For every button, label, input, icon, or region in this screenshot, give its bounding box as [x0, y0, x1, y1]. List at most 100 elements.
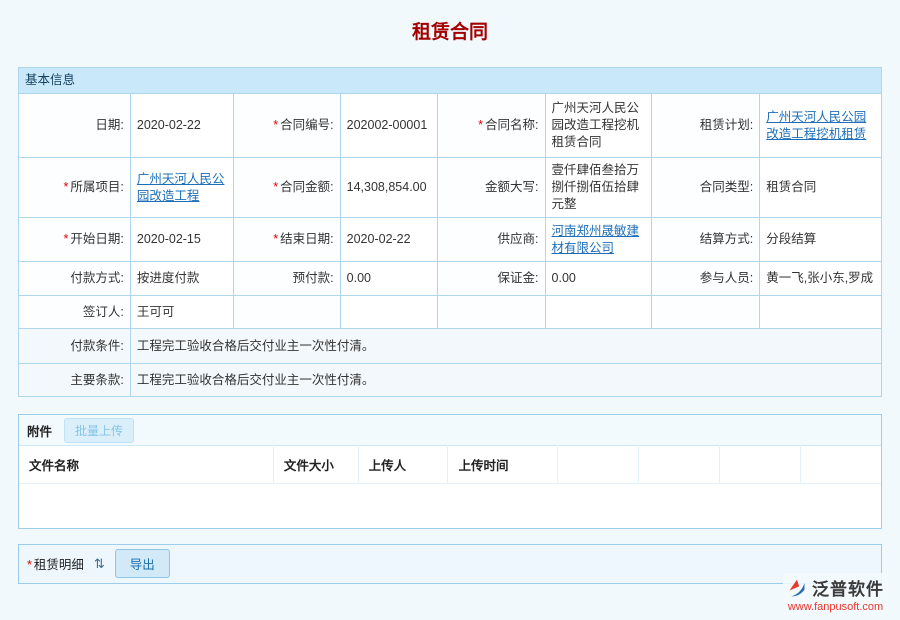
column-uploader: 上传人	[358, 446, 448, 484]
start-date-value: 2020-02-15	[130, 218, 233, 262]
table-row: 付款方式: 按进度付款 预付款: 0.00 保证金: 0.00 参与人员: 黄一…	[19, 262, 882, 296]
lease-plan-label-text: 租赁计划:	[700, 118, 753, 132]
participants-label: 参与人员:	[652, 262, 760, 296]
required-marker: *	[478, 118, 483, 132]
basic-info-table: 基本信息 日期: 2020-02-22 *合同编号: 202002-00001 …	[18, 67, 882, 397]
supplier-cell: 河南郑州晟敏建材有限公司	[545, 218, 652, 262]
pay-method-label-text: 付款方式:	[70, 271, 123, 285]
deposit-value: 0.00	[545, 262, 652, 296]
lease-detail-title-text: 租赁明细	[34, 558, 84, 572]
table-row: 主要条款: 工程完工验收合格后交付业主一次性付清。	[19, 364, 882, 397]
empty-cell	[760, 296, 882, 329]
prepay-label: 预付款:	[233, 262, 340, 296]
table-row: *开始日期: 2020-02-15 *结束日期: 2020-02-22 供应商:…	[19, 218, 882, 262]
project-cell: 广州天河人民公园改造工程	[130, 158, 233, 218]
attachments-empty-body	[19, 484, 881, 528]
required-marker: *	[27, 558, 32, 572]
empty-cell	[437, 296, 545, 329]
attachments-section: 附件 批量上传 文件名称 文件大小 上传人 上传时间	[18, 414, 882, 529]
end-date-value: 2020-02-22	[340, 218, 437, 262]
supplier-label: 供应商:	[437, 218, 545, 262]
pay-terms-label: 付款条件:	[19, 329, 131, 364]
table-row: 日期: 2020-02-22 *合同编号: 202002-00001 *合同名称…	[19, 94, 882, 158]
prepay-value: 0.00	[340, 262, 437, 296]
date-value: 2020-02-22	[130, 94, 233, 158]
project-label: *所属项目:	[19, 158, 131, 218]
supplier-link[interactable]: 河南郑州晟敏建材有限公司	[552, 224, 640, 255]
project-label-text: 所属项目:	[70, 180, 123, 194]
required-marker: *	[273, 180, 278, 194]
amount-value: 14,308,854.00	[340, 158, 437, 218]
column-upload-time: 上传时间	[448, 446, 558, 484]
vendor-url-text: www.fanpusoft.com	[787, 601, 884, 613]
contract-no-value: 202002-00001	[340, 94, 437, 158]
settlement-label-text: 结算方式:	[700, 232, 753, 246]
contract-name-label-text: 合同名称:	[485, 118, 538, 132]
lease-plan-cell: 广州天河人民公园改造工程挖机租赁	[760, 94, 882, 158]
lease-detail-title: *租赁明细	[27, 554, 84, 573]
date-label-text: 日期:	[95, 118, 123, 132]
project-link[interactable]: 广州天河人民公园改造工程	[137, 172, 225, 203]
signer-label: 签订人:	[19, 296, 131, 329]
amount-caps-label: 金额大写:	[437, 158, 545, 218]
amount-caps-label-text: 金额大写:	[485, 180, 538, 194]
column-empty	[719, 446, 800, 484]
contract-name-label: *合同名称:	[437, 94, 545, 158]
prepay-label-text: 预付款:	[293, 271, 334, 285]
required-marker: *	[273, 232, 278, 246]
required-marker: *	[273, 118, 278, 132]
batch-upload-button[interactable]: 批量上传	[64, 418, 134, 443]
signer-value: 王可可	[130, 296, 233, 329]
content-area: 基本信息 日期: 2020-02-22 *合同编号: 202002-00001 …	[18, 67, 882, 584]
fanpu-logo-icon	[787, 578, 807, 598]
amount-caps-value: 壹仟肆佰叁拾万捌仟捌佰伍拾肆元整	[545, 158, 652, 218]
contract-no-label-text: 合同编号:	[280, 118, 333, 132]
basic-info-section-title: 基本信息	[19, 68, 882, 94]
attachments-header: 附件 批量上传	[19, 415, 881, 445]
deposit-label: 保证金:	[437, 262, 545, 296]
contract-no-label: *合同编号:	[233, 94, 340, 158]
amount-label: *合同金额:	[233, 158, 340, 218]
table-row: 付款条件: 工程完工验收合格后交付业主一次性付清。	[19, 329, 882, 364]
attachments-header-row: 文件名称 文件大小 上传人 上传时间	[19, 446, 881, 484]
export-button[interactable]: 导出	[115, 549, 170, 578]
end-date-label: *结束日期:	[233, 218, 340, 262]
column-empty	[558, 446, 639, 484]
contract-type-label-text: 合同类型:	[700, 180, 753, 194]
settlement-label: 结算方式:	[652, 218, 760, 262]
empty-cell	[652, 296, 760, 329]
participants-label-text: 参与人员:	[700, 271, 753, 285]
sort-icon[interactable]: ⇅	[94, 556, 105, 572]
attachments-empty-row	[19, 484, 881, 528]
empty-cell	[340, 296, 437, 329]
pay-method-label: 付款方式:	[19, 262, 131, 296]
vendor-watermark: 泛普软件 www.fanpusoft.com	[783, 573, 888, 615]
section-header-row: 基本信息	[19, 68, 882, 94]
main-terms-label: 主要条款:	[19, 364, 131, 397]
main-terms-label-text: 主要条款:	[70, 373, 123, 387]
amount-label-text: 合同金额:	[280, 180, 333, 194]
table-row: *所属项目: 广州天河人民公园改造工程 *合同金额: 14,308,854.00…	[19, 158, 882, 218]
empty-cell	[545, 296, 652, 329]
page-title: 租赁合同	[0, 20, 900, 46]
pay-method-value: 按进度付款	[130, 262, 233, 296]
lease-plan-link[interactable]: 广州天河人民公园改造工程挖机租赁	[766, 110, 866, 141]
column-empty	[800, 446, 881, 484]
table-row: 签订人: 王可可	[19, 296, 882, 329]
supplier-label-text: 供应商:	[498, 232, 539, 246]
required-marker: *	[64, 180, 69, 194]
pay-terms-value: 工程完工验收合格后交付业主一次性付清。	[130, 329, 881, 364]
contract-name-value: 广州天河人民公园改造工程挖机租赁合同	[545, 94, 652, 158]
date-label: 日期:	[19, 94, 131, 158]
column-file-name: 文件名称	[19, 446, 273, 484]
column-empty	[639, 446, 720, 484]
start-date-label: *开始日期:	[19, 218, 131, 262]
attachments-title: 附件	[27, 421, 52, 440]
empty-cell	[233, 296, 340, 329]
end-date-label-text: 结束日期:	[280, 232, 333, 246]
start-date-label-text: 开始日期:	[70, 232, 123, 246]
lease-plan-label: 租赁计划:	[652, 94, 760, 158]
settlement-value: 分段结算	[760, 218, 882, 262]
signer-label-text: 签订人:	[83, 305, 124, 319]
lease-detail-section-bar: *租赁明细 ⇅ 导出	[18, 544, 882, 584]
